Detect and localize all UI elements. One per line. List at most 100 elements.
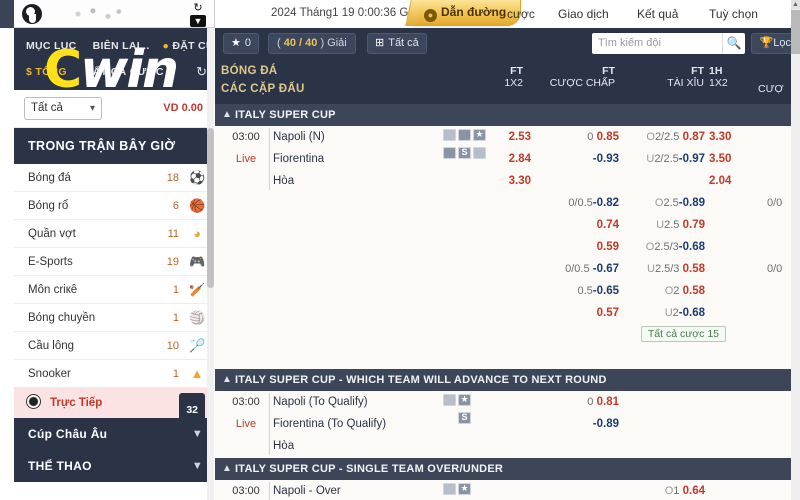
- star-icon[interactable]: [458, 482, 471, 495]
- ou-side: U: [664, 307, 673, 319]
- table-row[interactable]: Hòa: [215, 435, 800, 457]
- league-header-which-team-advance[interactable]: ▲ ITALY SUPER CUP - WHICH TEAM WILL ADVA…: [215, 369, 800, 391]
- odd-ou-extra-5[interactable]: O2 0.58: [635, 280, 705, 302]
- nav-item-ket-qua[interactable]: Kết quả: [637, 7, 678, 21]
- tab-label: Dẫn đường: [441, 5, 507, 19]
- odd-ft-1x2-away[interactable]: 2.84: [491, 148, 531, 170]
- all-bets-button[interactable]: Tất cả cược 15: [640, 326, 726, 342]
- table-row[interactable]: 0/0.5-0.82 O2.5-0.89 0/0: [215, 192, 800, 214]
- leagues-counter[interactable]: ( 40 / 40 ) Giải: [268, 33, 356, 54]
- tv-icon[interactable]: [443, 483, 456, 495]
- sidebar-live-header: TRONG TRẬN BÂY GIỜ: [14, 128, 213, 164]
- odd-ou-extra-4[interactable]: U2.5/3 0.58: [635, 258, 705, 280]
- odd-1h-1x2-draw[interactable]: 2.04: [709, 170, 745, 192]
- odd-value: -0.97: [678, 153, 705, 165]
- star-icon[interactable]: [458, 393, 471, 406]
- odd-1h-1x2-home[interactable]: 3.30: [709, 126, 745, 148]
- sidebar-item-quan-vot[interactable]: Quần vợt 11 ◕: [14, 220, 213, 248]
- table-row[interactable]: Live Fiorentina 2.84 -0.93 U2/2.5-0.97 3…: [215, 148, 800, 170]
- caret-up-icon[interactable]: ▲: [791, 0, 800, 9]
- caret-up-icon[interactable]: ▲: [222, 369, 232, 391]
- draw-label: Hòa: [273, 440, 295, 452]
- nav-item-cuoc[interactable]: cược: [507, 7, 535, 21]
- odd-ou-extra-1[interactable]: O2.5-0.89: [635, 192, 705, 214]
- favorites-button[interactable]: ★ 0: [223, 33, 259, 54]
- odd-value: -0.68: [678, 241, 705, 253]
- star-icon: ★: [231, 37, 241, 49]
- sidebar-item-bong-chuyen[interactable]: Bóng chuyền 1 🏐: [14, 304, 213, 332]
- odd-hdp-extra-4[interactable]: 0/0.5 -0.67: [549, 258, 619, 280]
- odd-ft-hdp-home[interactable]: 0 0.85: [549, 126, 619, 148]
- caret-down-icon: ▼: [191, 460, 203, 472]
- search-input[interactable]: Tìm kiếm đội: [592, 33, 722, 54]
- chevron-down-icon[interactable]: ▼: [190, 15, 206, 27]
- tv-icon[interactable]: [443, 394, 456, 406]
- table-row[interactable]: 0.59 O2.5/3-0.68: [215, 236, 800, 258]
- odd-ft-hdp-away[interactable]: -0.93: [549, 148, 619, 170]
- table-row[interactable]: 03:00 Napoli - Over O1 0.64: [215, 480, 800, 500]
- table-row[interactable]: 0.5-0.65 O2 0.58: [215, 280, 800, 302]
- odd-hdp-extra-6[interactable]: 0.57: [549, 302, 619, 324]
- nav-item-giao-dich[interactable]: Giao dịch: [558, 7, 609, 21]
- page-scrollbar-thumb[interactable]: [791, 10, 800, 54]
- sport-filter-select[interactable]: Tất cả ▾: [24, 97, 102, 120]
- sidebar-section-cup-chau-au[interactable]: Cúp Châu Âu ▼: [14, 418, 213, 450]
- sidebar-section-the-thao[interactable]: THỂ THAO ▼: [14, 450, 213, 482]
- caret-up-icon[interactable]: ▲: [222, 458, 232, 480]
- odd-ft-1x2-home[interactable]: 2.53: [491, 126, 531, 148]
- league-header-italy-super-cup[interactable]: ▲ ITALY SUPER CUP: [215, 104, 800, 126]
- stats-icon[interactable]: [458, 129, 471, 141]
- table-row[interactable]: 03:00 Napoli (N) 2.53 0 0.85 O2/2.5 0.87…: [215, 126, 800, 159]
- table-row[interactable]: 0.74 U2.5 0.79: [215, 214, 800, 236]
- odd-hdp-extra-3[interactable]: 0.59: [549, 236, 619, 258]
- tab-dan-duong[interactable]: ● Dẫn đường: [413, 0, 522, 26]
- odd-value: 0.58: [682, 263, 705, 275]
- odd-ou-extra-3[interactable]: O2.5/3-0.68: [635, 236, 705, 258]
- odd-ft-ou-over[interactable]: O2/2.5 0.87: [635, 126, 705, 148]
- table-row[interactable]: 0.57 U2-0.68: [215, 302, 800, 324]
- odd-hdp-extra-2[interactable]: 0.74: [549, 214, 619, 236]
- odd-value: -0.82: [592, 197, 619, 209]
- table-row[interactable]: 0/0.5 -0.67 U2.5/3 0.58 0/0: [215, 258, 800, 280]
- sidebar-scrollbar[interactable]: [207, 28, 214, 500]
- sidebar-item-cricket[interactable]: Môn criкê 1 🏏: [14, 276, 213, 304]
- sidebar-item-truc-tiep[interactable]: Trực Tiếp 32: [14, 388, 213, 427]
- odd-qualify-away[interactable]: -0.89: [549, 413, 619, 435]
- nav-item-tuy-chon[interactable]: Tuỳ chọn: [709, 7, 758, 21]
- table-row[interactable]: Live Fiorentina (To Qualify) -0.89: [215, 413, 800, 435]
- show-all-button[interactable]: ⊞ Tất cả: [367, 33, 427, 54]
- sidebar-item-snooker[interactable]: Snooker 1 ▲: [14, 360, 213, 388]
- sidebar-item-cau-long[interactable]: Cầu lông 10 🏸: [14, 332, 213, 360]
- odd-ft-ou-under[interactable]: U2/2.5-0.97: [635, 148, 705, 170]
- odd-ou-extra-2[interactable]: U2.5 0.79: [635, 214, 705, 236]
- sidebar-scrollbar-thumb[interactable]: [207, 128, 214, 288]
- search-icon[interactable]: 🔍: [722, 33, 745, 54]
- refresh-icon[interactable]: ↻: [196, 64, 207, 80]
- star-icon[interactable]: [473, 128, 486, 141]
- odd-single-team-over[interactable]: O1 0.64: [635, 480, 705, 500]
- sidebar-section-label: THỂ THAO: [28, 459, 92, 473]
- sidebar-item-esports[interactable]: E-Sports 19 🎮: [14, 248, 213, 276]
- avatar[interactable]: [22, 4, 42, 24]
- refresh-icon[interactable]: ↻: [190, 2, 206, 14]
- ou-line: 2/2.5: [654, 153, 679, 165]
- sidebar-item-bong-da[interactable]: Bóng đá 18 ⚽: [14, 164, 213, 192]
- odd-ft-1x2-draw[interactable]: 3.30: [491, 170, 531, 192]
- table-row[interactable]: 03:00 Napoli (To Qualify) 0 0.81: [215, 391, 800, 424]
- odd-1h-1x2-away[interactable]: 3.50: [709, 148, 745, 170]
- tv-icon[interactable]: [443, 129, 456, 141]
- banner-all-bets[interactable]: TẤT CẢ CƯỢC: [86, 66, 164, 78]
- banner-bien-lai[interactable]: BIÊN LAI...: [93, 40, 150, 52]
- league-header-single-team-ou[interactable]: ▲ ITALY SUPER CUP - SINGLE TEAM OVER/UND…: [215, 458, 800, 480]
- sidebar-item-label: Trực Tiếp: [50, 397, 103, 409]
- odd-qualify-home[interactable]: 0 0.81: [549, 391, 619, 413]
- sidebar-item-bong-ro[interactable]: Bóng rổ 6 🏀: [14, 192, 213, 220]
- table-row[interactable]: Hòa 3.30 2.04: [215, 170, 800, 192]
- col-1h-1x2-bottom: 1X2: [709, 77, 728, 89]
- odd-hdp-extra-1[interactable]: 0/0.5-0.82: [549, 192, 619, 214]
- odd-ou-extra-6[interactable]: U2-0.68: [635, 302, 705, 324]
- banner-muc-luc[interactable]: MỤC LỤC: [26, 40, 77, 52]
- caret-up-icon[interactable]: ▲: [222, 104, 232, 126]
- odd-hdp-extra-5[interactable]: 0.5-0.65: [549, 280, 619, 302]
- page-scrollbar[interactable]: ▲: [791, 0, 800, 500]
